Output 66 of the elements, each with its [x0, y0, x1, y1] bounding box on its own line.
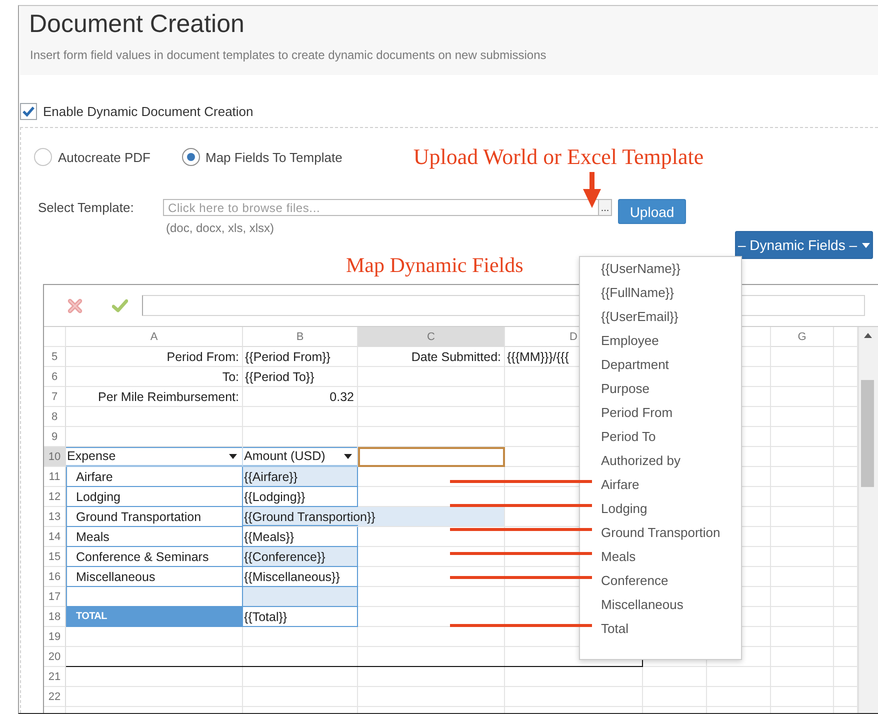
radio-button[interactable] [34, 148, 52, 166]
table-cell: {{Lodging}} [243, 487, 358, 507]
radio-button[interactable] [182, 148, 200, 166]
table-cell: TOTAL [66, 607, 243, 627]
table-cell: Lodging [66, 487, 243, 507]
table-cell: {{Airfare}} [243, 467, 358, 487]
annotation-label: Map Dynamic Fields [346, 253, 524, 277]
menu-item[interactable]: Total [580, 617, 741, 641]
caret-icon [862, 242, 870, 248]
table-cell-text: Period From: [166, 348, 240, 366]
checkbox-label[interactable]: Enable Dynamic Document Creation [43, 104, 254, 119]
field-label: Select Template: [38, 199, 135, 216]
annotation-label: Upload World or Excel Template [413, 145, 704, 169]
caret-icon[interactable] [229, 454, 237, 458]
menu-item[interactable]: Period To [580, 425, 741, 449]
menu-item[interactable]: Authorized by [580, 449, 741, 473]
menu-item[interactable]: {{FullName}} [580, 281, 741, 305]
scrollbar-thumb[interactable] [861, 380, 874, 487]
radio-label[interactable]: Autocreate PDF [58, 150, 150, 164]
file-input[interactable]: Click here to browse files... [163, 199, 598, 216]
cross-icon[interactable] [67, 298, 83, 314]
file-types-hint: (doc, docx, xls, xlsx) [165, 221, 274, 235]
menu-item[interactable]: Lodging [580, 497, 741, 521]
scrollbar-track[interactable] [858, 327, 878, 713]
selected-cell[interactable] [358, 447, 505, 467]
page-subtitle: Insert form field values in document templates to create dynamic documents on new submissions [29, 47, 548, 63]
menu-item[interactable]: Purpose [580, 377, 741, 401]
table-cell: {{Meals}} [243, 527, 358, 547]
column-title: Amount (USD) [244, 449, 326, 463]
table-cell-text: {{Period From}} [244, 348, 332, 366]
menu-item[interactable]: Airfare [580, 473, 741, 497]
table-cell: {{Total}} [243, 607, 358, 627]
table-cell-text: Date Submitted: [410, 348, 502, 366]
column-header[interactable]: C [358, 327, 505, 347]
table-cell: Meals [66, 527, 243, 547]
menu-item[interactable]: Period From [580, 401, 741, 425]
row-header[interactable]: 10 [44, 447, 66, 467]
table-cell: Airfare [66, 467, 243, 487]
menu-item[interactable]: Conference [580, 569, 741, 593]
menu-item[interactable]: Miscellaneous [580, 593, 741, 617]
down-arrow-icon [583, 172, 601, 208]
checkbox[interactable] [20, 103, 37, 120]
upload-button[interactable]: Upload [618, 199, 686, 224]
dynamic-fields-button[interactable]: – Dynamic Fields – [735, 231, 873, 259]
table-cell-text: {{Period To}} [244, 368, 316, 386]
column-title: Expense [67, 449, 116, 463]
caret-icon[interactable] [344, 454, 352, 458]
radio-label[interactable]: Map Fields To Template [206, 150, 342, 164]
table-cell: {{Miscellaneous}} [243, 567, 358, 587]
table-cell-text: Per Mile Reimbursement: [96, 388, 240, 406]
scroll-up-icon[interactable] [864, 333, 872, 338]
check-icon[interactable] [112, 298, 128, 314]
table-cell-text: To: [221, 368, 240, 386]
table-cell: {{Ground Transportion}} [243, 507, 505, 527]
table-cell-text: 0.32 [328, 388, 355, 406]
table-cell: Miscellaneous [66, 567, 243, 587]
browse-button[interactable]: ... [598, 199, 612, 216]
table-cell: {{Conference}} [243, 547, 358, 567]
page-title: Document Creation [29, 9, 246, 39]
menu-item[interactable]: {{UserEmail}} [580, 305, 741, 329]
menu-item[interactable]: Department [580, 353, 741, 377]
menu-item[interactable]: Ground Transportion [580, 521, 741, 545]
table-cell: Conference & Seminars [66, 547, 243, 567]
table-cell: Ground Transportation [66, 507, 243, 527]
menu-item[interactable]: Meals [580, 545, 741, 569]
menu-item[interactable]: {{UserName}} [580, 257, 741, 281]
